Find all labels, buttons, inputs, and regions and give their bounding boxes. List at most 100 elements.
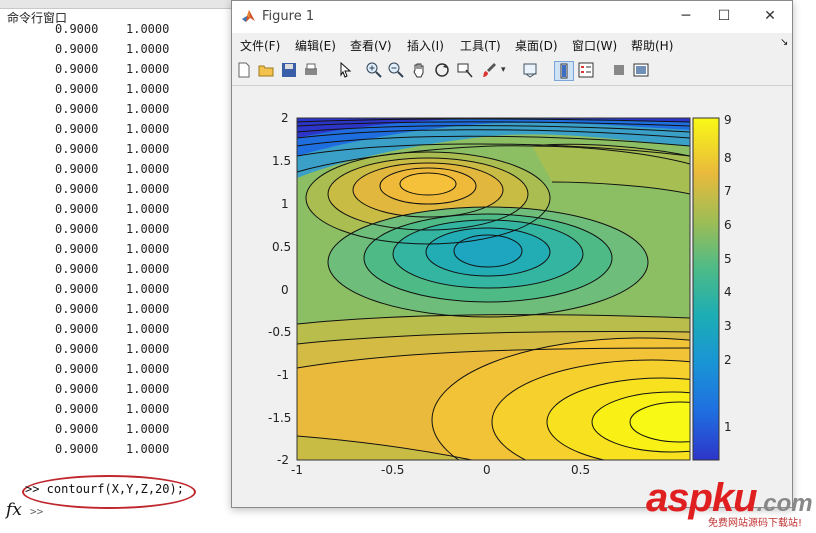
- output-value: 1.0000: [126, 402, 170, 416]
- colorbar-tick: 1: [724, 420, 732, 434]
- watermark-domain: .com: [756, 490, 813, 517]
- plot-area: -1 -0.5 0 0.5 2 1.5 1 0.5 0 -0.5 -1 -1.5…: [232, 86, 792, 507]
- menu-window[interactable]: 窗口(W): [572, 37, 617, 54]
- output-value: 1.0000: [126, 42, 170, 56]
- brush-dropdown-icon[interactable]: ▾: [501, 61, 519, 79]
- x-tick: 0: [483, 463, 491, 477]
- show-tools-icon[interactable]: [632, 61, 650, 79]
- save-icon[interactable]: [280, 61, 298, 79]
- colorbar-tick: 5: [724, 252, 732, 266]
- legend-icon[interactable]: [577, 61, 595, 79]
- command-output-row: 0.9000 1.0000: [0, 182, 230, 202]
- watermark-main: asp: [646, 476, 713, 520]
- y-tick: 1.5: [272, 154, 292, 168]
- link-icon[interactable]: [522, 61, 540, 79]
- output-value: 0.9000: [55, 322, 99, 336]
- output-value: 1.0000: [126, 82, 170, 96]
- new-icon[interactable]: [235, 61, 253, 79]
- matlab-logo-icon: [242, 10, 255, 22]
- fx-icon[interactable]: fx: [6, 500, 22, 520]
- menu-file[interactable]: 文件(F): [240, 37, 280, 54]
- command-output-row: 0.9000 1.0000: [0, 122, 230, 142]
- command-prompt[interactable]: >>: [30, 505, 43, 518]
- command-output-row: 0.9000 1.0000: [0, 22, 230, 42]
- output-value: 0.9000: [55, 182, 99, 196]
- output-value: 0.9000: [55, 22, 99, 36]
- pointer-icon[interactable]: [336, 61, 354, 79]
- menu-tools[interactable]: 工具(T): [460, 37, 501, 54]
- figure-toolbar: ▾: [232, 57, 792, 86]
- hide-tools-icon[interactable]: [610, 61, 628, 79]
- output-value: 1.0000: [126, 342, 170, 356]
- menu-help[interactable]: 帮助(H): [631, 37, 673, 54]
- output-value: 0.9000: [55, 222, 99, 236]
- figure-window: Figure 1 ─ ☐ ✕ 文件(F) 编辑(E) 查看(V) 插入(I) 工…: [231, 0, 793, 508]
- command-output-row: 0.9000 1.0000: [0, 322, 230, 342]
- command-output-row: 0.9000 1.0000: [0, 242, 230, 262]
- zoom-out-icon[interactable]: [387, 61, 405, 79]
- command-output-row: 0.9000 1.0000: [0, 362, 230, 382]
- output-value: 1.0000: [126, 102, 170, 116]
- output-value: 0.9000: [55, 342, 99, 356]
- output-value: 1.0000: [126, 182, 170, 196]
- contour-plot[interactable]: [232, 86, 792, 507]
- output-value: 1.0000: [126, 202, 170, 216]
- output-value: 1.0000: [126, 122, 170, 136]
- close-button[interactable]: ✕: [759, 6, 781, 26]
- figure-titlebar: Figure 1 ─ ☐ ✕: [232, 1, 792, 33]
- maximize-button[interactable]: ☐: [713, 6, 735, 26]
- dock-arrow-icon[interactable]: ↘: [780, 37, 788, 48]
- x-tick: -0.5: [381, 463, 405, 477]
- y-tick: 0: [281, 283, 289, 297]
- rotate-icon[interactable]: [433, 61, 451, 79]
- output-value: 0.9000: [55, 62, 99, 76]
- output-value: 0.9000: [55, 362, 99, 376]
- command-output-row: 0.9000 1.0000: [0, 442, 230, 462]
- menubar: 文件(F) 编辑(E) 查看(V) 插入(I) 工具(T) 桌面(D) 窗口(W…: [232, 33, 792, 57]
- command-output-row: 0.9000 1.0000: [0, 202, 230, 222]
- menu-desktop[interactable]: 桌面(D): [515, 37, 558, 54]
- command-window-toolbar: [0, 0, 240, 9]
- command-output-row: 0.9000 1.0000: [0, 102, 230, 122]
- command-output-row: 0.9000 1.0000: [0, 42, 230, 62]
- output-value: 0.9000: [55, 282, 99, 296]
- last-command[interactable]: >> contourf(X,Y,Z,20);: [25, 482, 184, 496]
- output-value: 1.0000: [126, 22, 170, 36]
- zoom-in-icon[interactable]: [365, 61, 383, 79]
- colorbar-icon[interactable]: [554, 61, 574, 81]
- output-value: 1.0000: [126, 262, 170, 276]
- open-icon[interactable]: [257, 61, 275, 79]
- command-output-row: 0.9000 1.0000: [0, 262, 230, 282]
- minimize-button[interactable]: ─: [675, 6, 697, 26]
- command-output-row: 0.9000 1.0000: [0, 382, 230, 402]
- print-icon[interactable]: [302, 61, 320, 79]
- output-value: 0.9000: [55, 262, 99, 276]
- output-value: 1.0000: [126, 282, 170, 296]
- y-tick: 2: [281, 111, 289, 125]
- output-value: 1.0000: [126, 382, 170, 396]
- colorbar-tick: 2: [724, 353, 732, 367]
- y-tick: -1: [277, 368, 289, 382]
- output-value: 1.0000: [126, 242, 170, 256]
- watermark-subtitle: 免费网站源码下载站!: [708, 518, 803, 529]
- menu-view[interactable]: 查看(V): [350, 37, 392, 54]
- menu-edit[interactable]: 编辑(E): [295, 37, 336, 54]
- output-value: 0.9000: [55, 422, 99, 436]
- output-value: 1.0000: [126, 222, 170, 236]
- output-value: 0.9000: [55, 162, 99, 176]
- command-output-row: 0.9000 1.0000: [0, 402, 230, 422]
- output-value: 0.9000: [55, 82, 99, 96]
- brush-icon[interactable]: [480, 61, 498, 79]
- y-tick: -2: [277, 453, 289, 467]
- output-value: 1.0000: [126, 62, 170, 76]
- command-output-row: 0.9000 1.0000: [0, 422, 230, 442]
- colorbar[interactable]: [692, 117, 720, 461]
- pan-icon[interactable]: [410, 61, 428, 79]
- data-cursor-icon[interactable]: [456, 61, 474, 79]
- output-value: 0.9000: [55, 202, 99, 216]
- output-value: 0.9000: [55, 402, 99, 416]
- output-value: 0.9000: [55, 122, 99, 136]
- menu-insert[interactable]: 插入(I): [407, 37, 444, 54]
- command-output-row: 0.9000 1.0000: [0, 82, 230, 102]
- output-value: 0.9000: [55, 442, 99, 456]
